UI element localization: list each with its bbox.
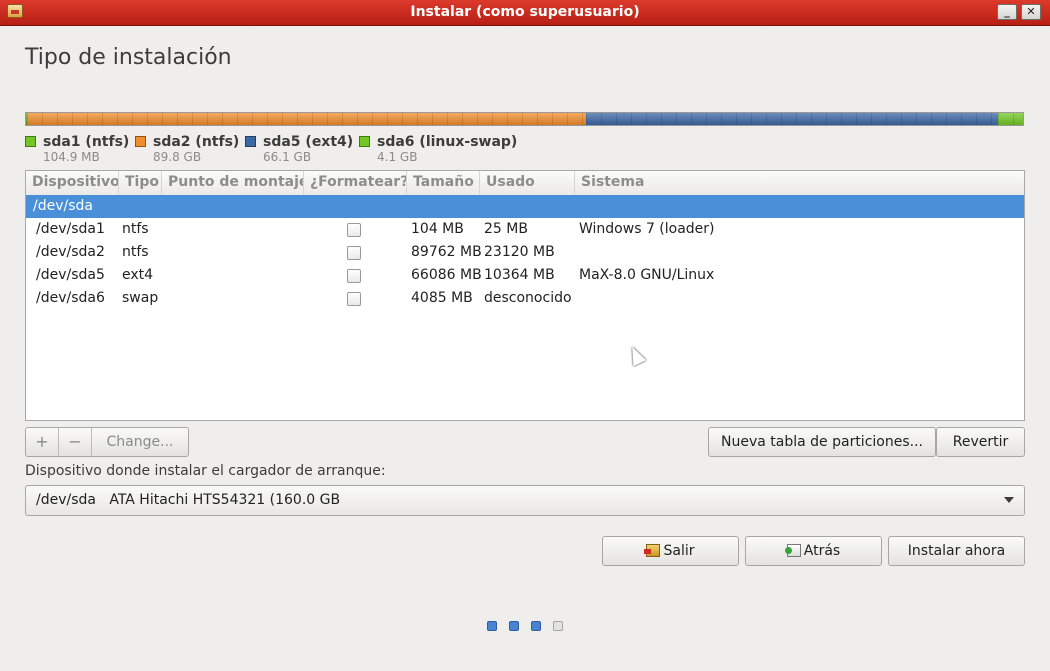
minimize-button[interactable]: _ bbox=[997, 4, 1017, 20]
table-row[interactable]: /dev/sda1 ntfs 104 MB 25 MB Windows 7 (l… bbox=[26, 218, 1024, 241]
column-header-format[interactable]: ¿Formatear? bbox=[304, 171, 407, 195]
add-partition-button[interactable]: + bbox=[26, 428, 59, 456]
system-cell: Windows 7 (loader) bbox=[579, 221, 715, 237]
table-row[interactable]: /dev/sda2 ntfs 89762 MB 23120 MB bbox=[26, 241, 1024, 264]
legend-size: 4.1 GB bbox=[377, 150, 418, 164]
bootloader-device-select[interactable]: /dev/sda ATA Hitachi HTS54321 (160.0 GB bbox=[25, 485, 1025, 516]
table-row[interactable]: /dev/sda6 swap 4085 MB desconocido bbox=[26, 287, 1024, 310]
table-row-device[interactable]: /dev/sda bbox=[26, 195, 1024, 218]
quit-button[interactable]: Salir bbox=[602, 536, 739, 566]
legend-name: sda6 (linux-swap) bbox=[377, 134, 518, 150]
quit-button-label: Salir bbox=[663, 543, 695, 559]
back-button[interactable]: Atrás bbox=[745, 536, 882, 566]
legend-size: 66.1 GB bbox=[263, 150, 312, 164]
page-title: Tipo de instalación bbox=[25, 45, 232, 70]
dropdown-arrow-icon bbox=[1004, 497, 1014, 503]
column-header-system[interactable]: Sistema bbox=[575, 171, 1024, 195]
close-button[interactable]: ✕ bbox=[1021, 4, 1041, 20]
table-header: Dispositivo Tipo Punto de montaje ¿Forma… bbox=[26, 171, 1024, 196]
column-header-used[interactable]: Usado bbox=[480, 171, 575, 195]
device-cell: /dev/sda1 bbox=[36, 221, 105, 237]
installer-window: Instalar (como superusuario) _ ✕ Tipo de… bbox=[0, 0, 1050, 671]
legend-swatch bbox=[359, 136, 370, 147]
new-partition-table-button[interactable]: Nueva tabla de particiones... bbox=[708, 427, 936, 457]
type-cell: ext4 bbox=[122, 267, 154, 283]
partition-toolbar: + − Change... bbox=[25, 427, 189, 457]
revert-button[interactable]: Revertir bbox=[936, 427, 1025, 457]
type-cell: ntfs bbox=[122, 244, 149, 260]
progress-step-dot bbox=[509, 621, 519, 631]
column-header-type[interactable]: Tipo bbox=[119, 171, 162, 195]
remove-partition-button[interactable]: − bbox=[59, 428, 92, 456]
device-cell: /dev/sda bbox=[33, 198, 93, 214]
type-cell: ntfs bbox=[122, 221, 149, 237]
device-cell: /dev/sda5 bbox=[36, 267, 105, 283]
table-row[interactable]: /dev/sda5 ext4 66086 MB 10364 MB MaX-8.0… bbox=[26, 264, 1024, 287]
partition-usage-bar bbox=[25, 112, 1024, 126]
partition-segment-sda2 bbox=[26, 113, 586, 125]
format-checkbox[interactable] bbox=[347, 223, 361, 237]
device-cell: /dev/sda6 bbox=[36, 290, 105, 306]
exit-icon bbox=[644, 544, 661, 557]
title-bar[interactable]: Instalar (como superusuario) _ ✕ bbox=[0, 0, 1050, 26]
back-button-label: Atrás bbox=[803, 543, 841, 559]
used-cell: 25 MB bbox=[484, 221, 528, 237]
partition-segment-sda6 bbox=[997, 113, 1023, 125]
legend-swatch bbox=[245, 136, 256, 147]
legend-size: 89.8 GB bbox=[153, 150, 202, 164]
format-checkbox[interactable] bbox=[347, 269, 361, 283]
progress-step-dot bbox=[487, 621, 497, 631]
format-checkbox[interactable] bbox=[347, 292, 361, 306]
legend-name: sda5 (ext4) bbox=[263, 134, 354, 150]
used-cell: 23120 MB bbox=[484, 244, 555, 260]
bootloader-device-value: /dev/sda ATA Hitachi HTS54321 (160.0 GB bbox=[36, 492, 341, 508]
install-now-button[interactable]: Instalar ahora bbox=[888, 536, 1025, 566]
progress-step-dot bbox=[531, 621, 541, 631]
legend-swatch bbox=[25, 136, 36, 147]
legend-name: sda2 (ntfs) bbox=[153, 134, 240, 150]
window-title: Instalar (como superusuario) bbox=[410, 4, 640, 20]
progress-step-dot bbox=[553, 621, 563, 631]
used-cell: 10364 MB bbox=[484, 267, 555, 283]
legend-name: sda1 (ntfs) bbox=[43, 134, 130, 150]
partition-segment-sda5 bbox=[585, 113, 998, 125]
legend-swatch bbox=[135, 136, 146, 147]
type-cell: swap bbox=[122, 290, 159, 306]
column-header-mount[interactable]: Punto de montaje bbox=[162, 171, 304, 195]
column-header-device[interactable]: Dispositivo bbox=[26, 171, 119, 195]
size-cell: 104 MB bbox=[411, 221, 464, 237]
column-header-size[interactable]: Tamaño bbox=[407, 171, 480, 195]
format-checkbox[interactable] bbox=[347, 246, 361, 260]
used-cell: desconocido bbox=[484, 290, 572, 306]
size-cell: 66086 MB bbox=[411, 267, 482, 283]
legend-size: 104.9 MB bbox=[43, 150, 100, 164]
device-cell: /dev/sda2 bbox=[36, 244, 105, 260]
change-partition-button[interactable]: Change... bbox=[92, 428, 188, 456]
size-cell: 89762 MB bbox=[411, 244, 482, 260]
partition-table[interactable]: Dispositivo Tipo Punto de montaje ¿Forma… bbox=[25, 170, 1025, 421]
size-cell: 4085 MB bbox=[411, 290, 473, 306]
bootloader-label: Dispositivo donde instalar el cargador d… bbox=[25, 463, 386, 479]
back-icon bbox=[784, 544, 801, 557]
system-cell: MaX-8.0 GNU/Linux bbox=[579, 267, 715, 283]
